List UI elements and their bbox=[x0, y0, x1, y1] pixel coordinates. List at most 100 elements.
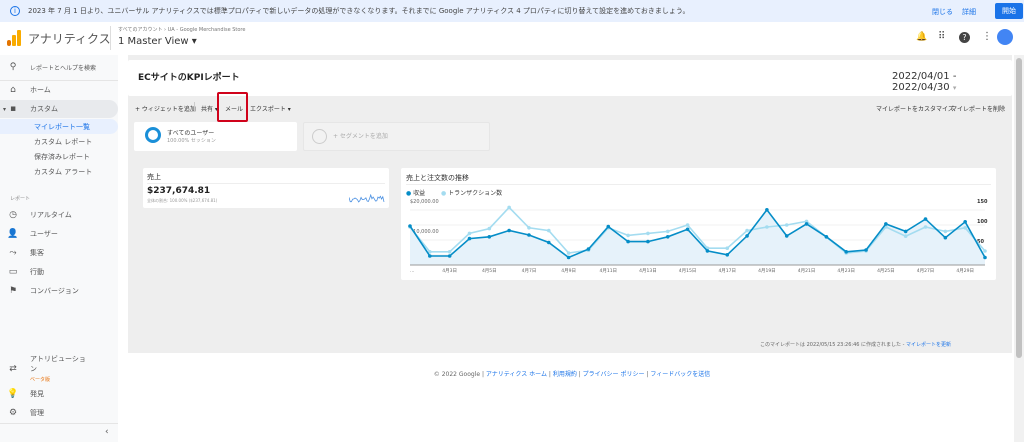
customize-report-button[interactable]: マイレポートをカスタマイズ bbox=[876, 104, 954, 113]
sidebar-search[interactable]: ⚲ レポートとヘルプを検索 bbox=[0, 58, 118, 76]
export-button[interactable]: エクスポート ▾ bbox=[250, 104, 291, 113]
footer-link-terms[interactable]: 利用規約 bbox=[553, 371, 577, 378]
sidebar-item-admin[interactable]: ⚙ 管理 bbox=[0, 404, 118, 422]
info-icon: i bbox=[10, 6, 20, 16]
transactions-point bbox=[903, 234, 908, 238]
scrollbar-thumb[interactable] bbox=[1016, 58, 1022, 358]
apps-grid-icon[interactable]: ⠿ bbox=[938, 31, 945, 42]
page-footer: © 2022 Google | アナリティクス ホーム | 利用規約 | プライ… bbox=[433, 371, 711, 378]
x-tick-label: 4月21日 bbox=[798, 268, 816, 274]
share-label: 共有 bbox=[201, 106, 214, 113]
banner-text: 2023 年 7 月 1 日より、ユニバーサル アナリティクスでは標準プロパティ… bbox=[28, 7, 690, 15]
revenue-point bbox=[983, 255, 987, 260]
revenue-share: 全体の割合: 100.00% ($237,674.81) bbox=[147, 198, 218, 203]
sidebar-item-conversions[interactable]: ⚑ コンバージョン bbox=[0, 282, 118, 300]
x-tick-label: 4月3日 bbox=[442, 268, 457, 274]
more-vert-icon[interactable]: ⋮ bbox=[982, 31, 992, 42]
report-title: ECサイトのKPIレポート bbox=[138, 73, 240, 83]
transactions-point bbox=[983, 249, 987, 253]
behavior-icon: ▭ bbox=[8, 267, 18, 277]
sidebar-item-behavior[interactable]: ▭ 行動 bbox=[0, 263, 118, 281]
collapse-sidebar-icon[interactable]: ‹ bbox=[105, 427, 109, 437]
x-tick-label: 4月11日 bbox=[599, 268, 617, 274]
deprecation-banner: i 2023 年 7 月 1 日より、ユニバーサル アナリティクスでは標準プロパ… bbox=[0, 0, 1024, 22]
view-name: 1 Master View bbox=[118, 36, 189, 47]
x-tick-label: … bbox=[410, 269, 415, 274]
x-tick-label: 4月17日 bbox=[718, 268, 736, 274]
sidebar-item-my-reports[interactable]: マイレポート一覧 bbox=[34, 122, 90, 132]
delete-report-button[interactable]: マイレポートを削除 bbox=[951, 104, 1005, 113]
segment-sub: 100.00% セッション bbox=[167, 138, 216, 144]
sidebar-item-audience[interactable]: 👤 ユーザー bbox=[0, 225, 118, 243]
avatar[interactable] bbox=[997, 29, 1013, 45]
sidebar-item-acquisition[interactable]: ⤳ 集客 bbox=[0, 244, 118, 262]
x-tick-label: 4月15日 bbox=[679, 268, 697, 274]
footer-link-privacy[interactable]: プライバシー ポリシー bbox=[583, 371, 645, 378]
custom-label: カスタム bbox=[30, 105, 58, 113]
revenue-point bbox=[408, 224, 412, 228]
revenue-widget-title: 売上 bbox=[147, 173, 161, 181]
view-selector[interactable]: 1 Master View ▾ bbox=[118, 36, 197, 47]
revenue-point bbox=[884, 222, 888, 226]
export-label: エクスポート bbox=[250, 106, 286, 113]
add-segment-label: + セグメントを追加 bbox=[333, 133, 388, 140]
banner-start-button[interactable]: 開始 bbox=[995, 3, 1023, 19]
revenue-point bbox=[765, 208, 769, 212]
conversions-label: コンバージョン bbox=[30, 287, 79, 295]
footer-link-home[interactable]: アナリティクス ホーム bbox=[486, 371, 547, 378]
breadcrumb[interactable]: すべてのアカウント › UA - Google Merchandise Stor… bbox=[118, 26, 245, 33]
transactions-point bbox=[685, 223, 690, 227]
audience-label: ユーザー bbox=[30, 230, 58, 238]
revenue-point bbox=[745, 234, 749, 238]
revenue-point bbox=[626, 239, 630, 244]
revenue-point bbox=[864, 248, 868, 252]
transactions-point bbox=[923, 225, 928, 229]
transactions-point bbox=[646, 231, 650, 236]
banner-close-button[interactable]: 閉じる bbox=[932, 7, 953, 17]
add-widget-button[interactable]: + ウィジェットを追加 bbox=[135, 104, 196, 113]
acquisition-label: 集客 bbox=[30, 249, 44, 257]
add-segment-button[interactable]: + セグメントを追加 bbox=[303, 122, 490, 151]
footer-link-feedback[interactable]: フィードバックを送信 bbox=[650, 371, 710, 378]
refresh-report-link[interactable]: マイレポートを更新 bbox=[906, 342, 951, 348]
sidebar-item-custom[interactable]: ▾ ▪ カスタム bbox=[0, 100, 118, 118]
search-icon: ⚲ bbox=[9, 62, 17, 72]
x-tick-label: 4月19日 bbox=[758, 268, 776, 274]
revenue-point bbox=[665, 235, 670, 239]
sidebar-item-home[interactable]: ⌂ ホーム bbox=[0, 81, 118, 99]
revenue-point bbox=[963, 220, 967, 224]
revenue-point bbox=[784, 234, 789, 238]
x-tick-label: 4月29日 bbox=[956, 268, 974, 274]
behavior-label: 行動 bbox=[30, 268, 44, 276]
revenue-widget: 売上 $237,674.81 全体の割合: 100.00% ($237,674.… bbox=[143, 168, 389, 208]
sidebar-item-realtime[interactable]: ◷ リアルタイム bbox=[0, 206, 118, 224]
share-button[interactable]: 共有 ▾ bbox=[201, 104, 218, 113]
app-name: アナリティクス bbox=[28, 32, 111, 46]
revenue-point bbox=[467, 236, 472, 241]
sidebar-item-custom-alerts[interactable]: カスタム アラート bbox=[34, 167, 92, 177]
flag-icon: ⚑ bbox=[8, 286, 18, 296]
help-icon[interactable]: ? bbox=[959, 32, 970, 43]
date-range-selector[interactable]: 2022/04/01 - 2022/04/30 ▾ bbox=[892, 71, 1012, 93]
notifications-icon[interactable]: 🔔 bbox=[916, 32, 927, 42]
trend-chart-widget: 売上と注文数の推移 ● 収益 ● トランザクション数 $20,000.00 $10… bbox=[401, 168, 996, 280]
sidebar-item-discover[interactable]: 💡 発見 bbox=[0, 385, 118, 403]
discover-label: 発見 bbox=[30, 390, 44, 398]
x-tick-label: 4月7日 bbox=[522, 268, 537, 274]
revenue-value: $237,674.81 bbox=[147, 186, 211, 196]
transactions-point bbox=[527, 226, 531, 230]
x-tick-label: 4月27日 bbox=[917, 268, 935, 274]
sidebar-item-custom-reports[interactable]: カスタム レポート bbox=[34, 137, 92, 147]
transactions-point bbox=[467, 231, 472, 236]
banner-details-button[interactable]: 詳細 bbox=[962, 7, 976, 17]
gear-icon: ⚙ bbox=[8, 408, 18, 418]
revenue-point bbox=[566, 255, 571, 260]
revenue-point bbox=[447, 254, 452, 258]
revenue-point bbox=[943, 235, 948, 240]
copyright: © 2022 Google bbox=[433, 371, 481, 378]
home-icon: ⌂ bbox=[10, 85, 16, 95]
segment-all-users[interactable]: すべてのユーザー 100.00% セッション bbox=[134, 122, 297, 151]
sidebar-item-saved-reports[interactable]: 保存済みレポート bbox=[34, 152, 90, 162]
transactions-point bbox=[943, 229, 948, 234]
segment-name: すべてのユーザー bbox=[167, 130, 215, 137]
